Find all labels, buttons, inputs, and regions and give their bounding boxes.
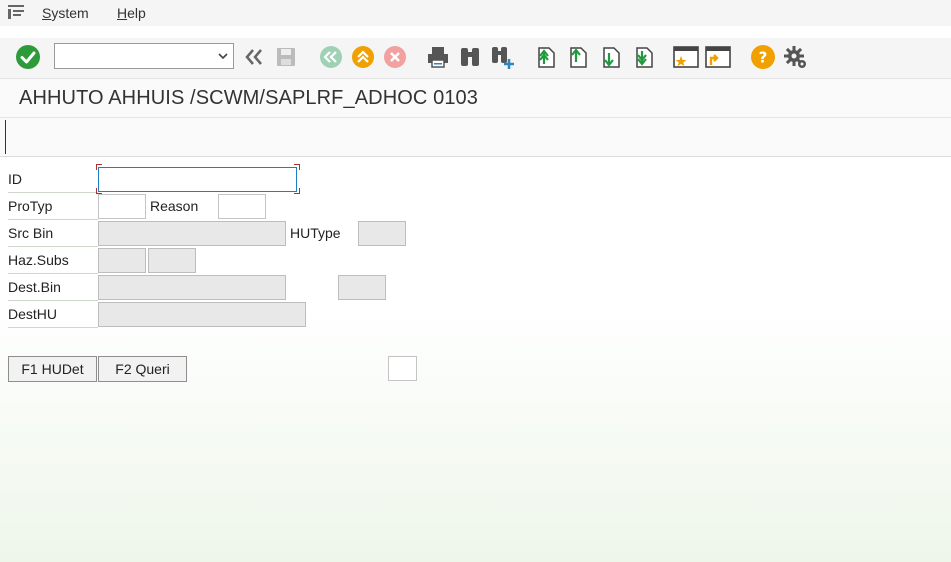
print-icon[interactable] — [424, 43, 452, 71]
menu-system[interactable]: System — [42, 5, 89, 21]
focus-corner-tr — [294, 164, 300, 170]
shortcut-icon[interactable] — [704, 43, 732, 71]
id-label: ID — [8, 166, 98, 193]
hazsubs-input-1 — [99, 249, 145, 272]
find-icon[interactable] — [456, 43, 484, 71]
hazsubs-label: Haz.Subs — [8, 247, 98, 274]
destbin-extra-input — [339, 276, 385, 299]
srcbin-field — [98, 221, 286, 246]
menu-help[interactable]: Help — [117, 5, 146, 21]
save-icon[interactable] — [272, 43, 300, 71]
reason-field[interactable] — [218, 194, 266, 219]
menu-bar: System Help — [0, 0, 951, 26]
desthu-field — [98, 302, 306, 327]
menu-help-mnemonic: H — [117, 5, 128, 21]
command-field[interactable] — [54, 43, 234, 69]
hutype-field — [358, 221, 406, 246]
destbin-extra-field — [338, 275, 386, 300]
destbin-input — [99, 276, 285, 299]
reason-input[interactable] — [219, 195, 265, 218]
protyp-label: ProTyp — [8, 193, 98, 220]
desthu-label: DestHU — [8, 301, 98, 328]
f1-hudet-button[interactable]: F1 HUDet — [8, 356, 97, 382]
menu-icon[interactable] — [8, 5, 24, 19]
application-toolbar — [0, 118, 951, 157]
id-field[interactable] — [98, 167, 297, 192]
exit-icon[interactable] — [317, 43, 345, 71]
create-session-icon[interactable] — [672, 43, 700, 71]
hazsubs-field-1 — [98, 248, 146, 273]
menu-system-rest: ystem — [51, 5, 89, 21]
protyp-input[interactable] — [99, 195, 145, 218]
find-next-icon[interactable] — [488, 43, 516, 71]
cancel-icon[interactable] — [381, 43, 409, 71]
settings-icon[interactable] — [781, 43, 809, 71]
desthu-input — [99, 303, 305, 326]
destbin-field — [98, 275, 286, 300]
focus-corner-br — [294, 188, 300, 194]
hazsubs-field-2 — [148, 248, 196, 273]
help-icon[interactable]: ? — [749, 43, 777, 71]
title-bar: AHHUTO AHHUIS /SCWM/SAPLRF_ADHOC 0103 — [0, 79, 951, 118]
reason-label: Reason — [150, 198, 199, 214]
extra-input[interactable] — [389, 357, 416, 380]
menu-system-mnemonic: S — [42, 5, 52, 21]
srcbin-input — [99, 222, 285, 245]
enter-icon[interactable] — [14, 43, 42, 71]
last-page-icon[interactable] — [630, 43, 658, 71]
destbin-label: Dest.Bin — [8, 274, 98, 301]
extra-input-field[interactable] — [388, 356, 417, 381]
menu-help-rest: elp — [127, 5, 146, 21]
text-cursor — [5, 120, 6, 154]
focus-corner-tl — [96, 164, 102, 170]
first-page-icon[interactable] — [532, 43, 560, 71]
command-input[interactable] — [59, 45, 213, 69]
hutype-label: HUType — [290, 225, 341, 241]
svg-text:?: ? — [759, 49, 768, 67]
f2-queri-button[interactable]: F2 Queri — [98, 356, 187, 382]
previous-page-icon[interactable] — [564, 43, 592, 71]
id-input[interactable] — [99, 168, 296, 191]
srcbin-label: Src Bin — [8, 220, 98, 247]
hutype-input — [359, 222, 405, 245]
up-icon[interactable] — [349, 43, 377, 71]
chevron-down-icon[interactable] — [217, 50, 229, 62]
protyp-field[interactable] — [98, 194, 146, 219]
page-title: AHHUTO AHHUIS /SCWM/SAPLRF_ADHOC 0103 — [19, 87, 478, 109]
next-page-icon[interactable] — [597, 43, 625, 71]
back-icon[interactable] — [240, 43, 268, 71]
toolbar: ? — [0, 38, 951, 79]
hazsubs-input-2 — [149, 249, 195, 272]
